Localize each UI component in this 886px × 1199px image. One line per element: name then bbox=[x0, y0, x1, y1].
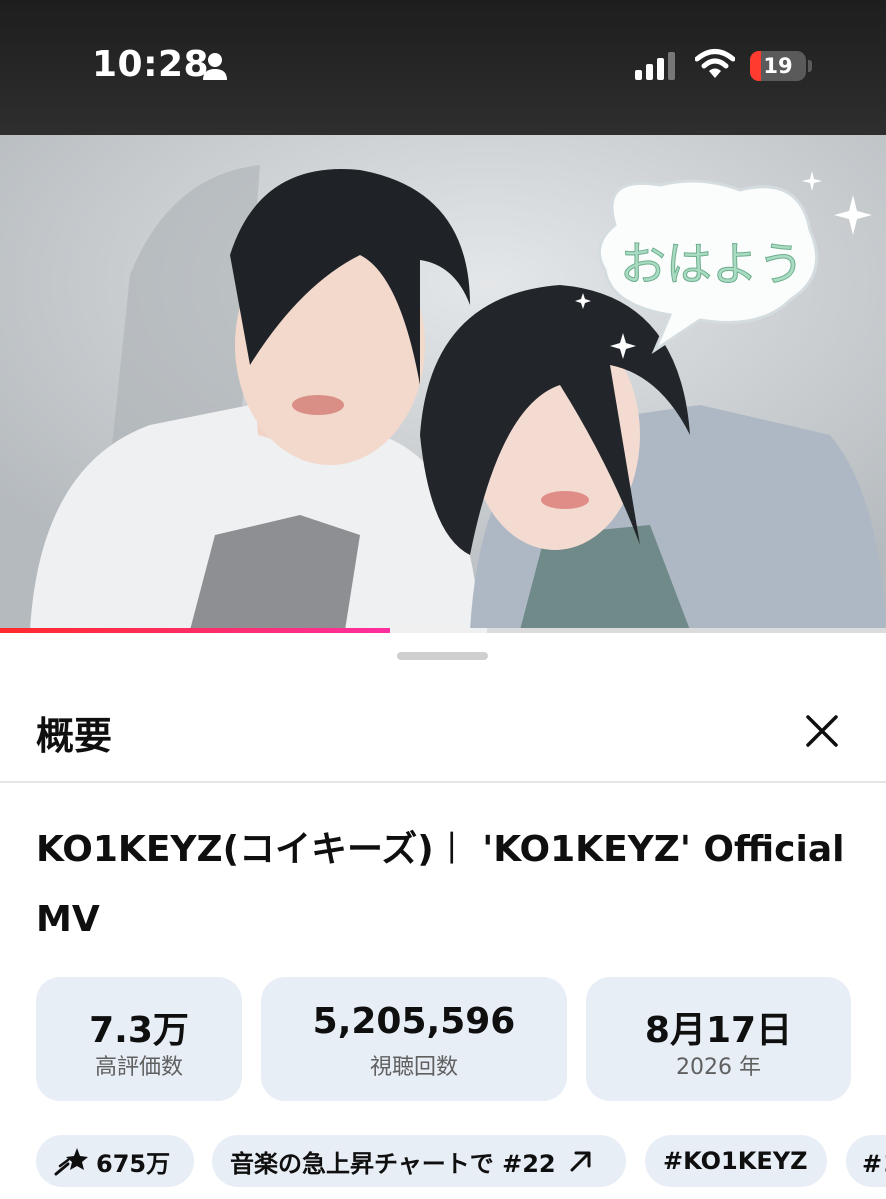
description-sheet: 概要 KO1KEYZ(コイキーズ)︱ 'KO1KEYZ' Official MV… bbox=[0, 633, 886, 1199]
chip-trending[interactable]: 音楽の急上昇チャートで #22 bbox=[212, 1135, 626, 1187]
stat-label: 2026 年 bbox=[676, 1055, 761, 1080]
divider bbox=[0, 781, 886, 783]
wifi-icon bbox=[695, 49, 735, 78]
stat-value: 8月17日 bbox=[644, 1010, 793, 1051]
chip-label: #KO1KEYZ bbox=[663, 1147, 808, 1175]
video-player[interactable]: おはよう bbox=[0, 135, 886, 630]
chip-shorts-views[interactable]: 675万 bbox=[36, 1135, 194, 1187]
shooting-star-icon bbox=[54, 1148, 88, 1176]
drag-handle[interactable] bbox=[397, 652, 488, 660]
chip-label: #コ bbox=[862, 1149, 886, 1178]
status-time: 10:28 bbox=[92, 44, 210, 85]
likes-stat: 7.3万 高評価数 bbox=[36, 977, 242, 1101]
cellular-signal-icon bbox=[635, 52, 675, 80]
stat-label: 視聴回数 bbox=[369, 1055, 458, 1080]
video-title: KO1KEYZ(コイキーズ)︱ 'KO1KEYZ' Official MV bbox=[36, 829, 845, 940]
status-bar: 10:28 19 bbox=[0, 0, 886, 135]
battery-indicator: 19 bbox=[750, 51, 806, 81]
close-button[interactable] bbox=[798, 707, 846, 755]
chip-hashtag[interactable]: #KO1KEYZ bbox=[645, 1135, 827, 1187]
date-stat: 8月17日 2026 年 bbox=[586, 977, 851, 1101]
chip-label: 音楽の急上昇チャートで #22 bbox=[230, 1149, 556, 1178]
battery-level: 19 bbox=[763, 54, 793, 78]
sheet-title: 概要 bbox=[36, 714, 113, 758]
chip-label: 675万 bbox=[96, 1149, 171, 1178]
stat-value: 5,205,596 bbox=[312, 1001, 516, 1042]
bubble-text: おはよう bbox=[620, 237, 804, 291]
stat-value: 7.3万 bbox=[89, 1010, 189, 1051]
close-icon bbox=[806, 715, 838, 747]
person-icon bbox=[203, 53, 227, 80]
video-frame: おはよう bbox=[0, 135, 886, 630]
stat-label: 高評価数 bbox=[94, 1055, 183, 1080]
views-stat: 5,205,596 視聴回数 bbox=[261, 977, 567, 1101]
chip-hashtag-partial[interactable]: #コ bbox=[846, 1135, 886, 1187]
arrow-up-right-icon bbox=[570, 1151, 591, 1172]
battery-tip bbox=[808, 60, 812, 72]
